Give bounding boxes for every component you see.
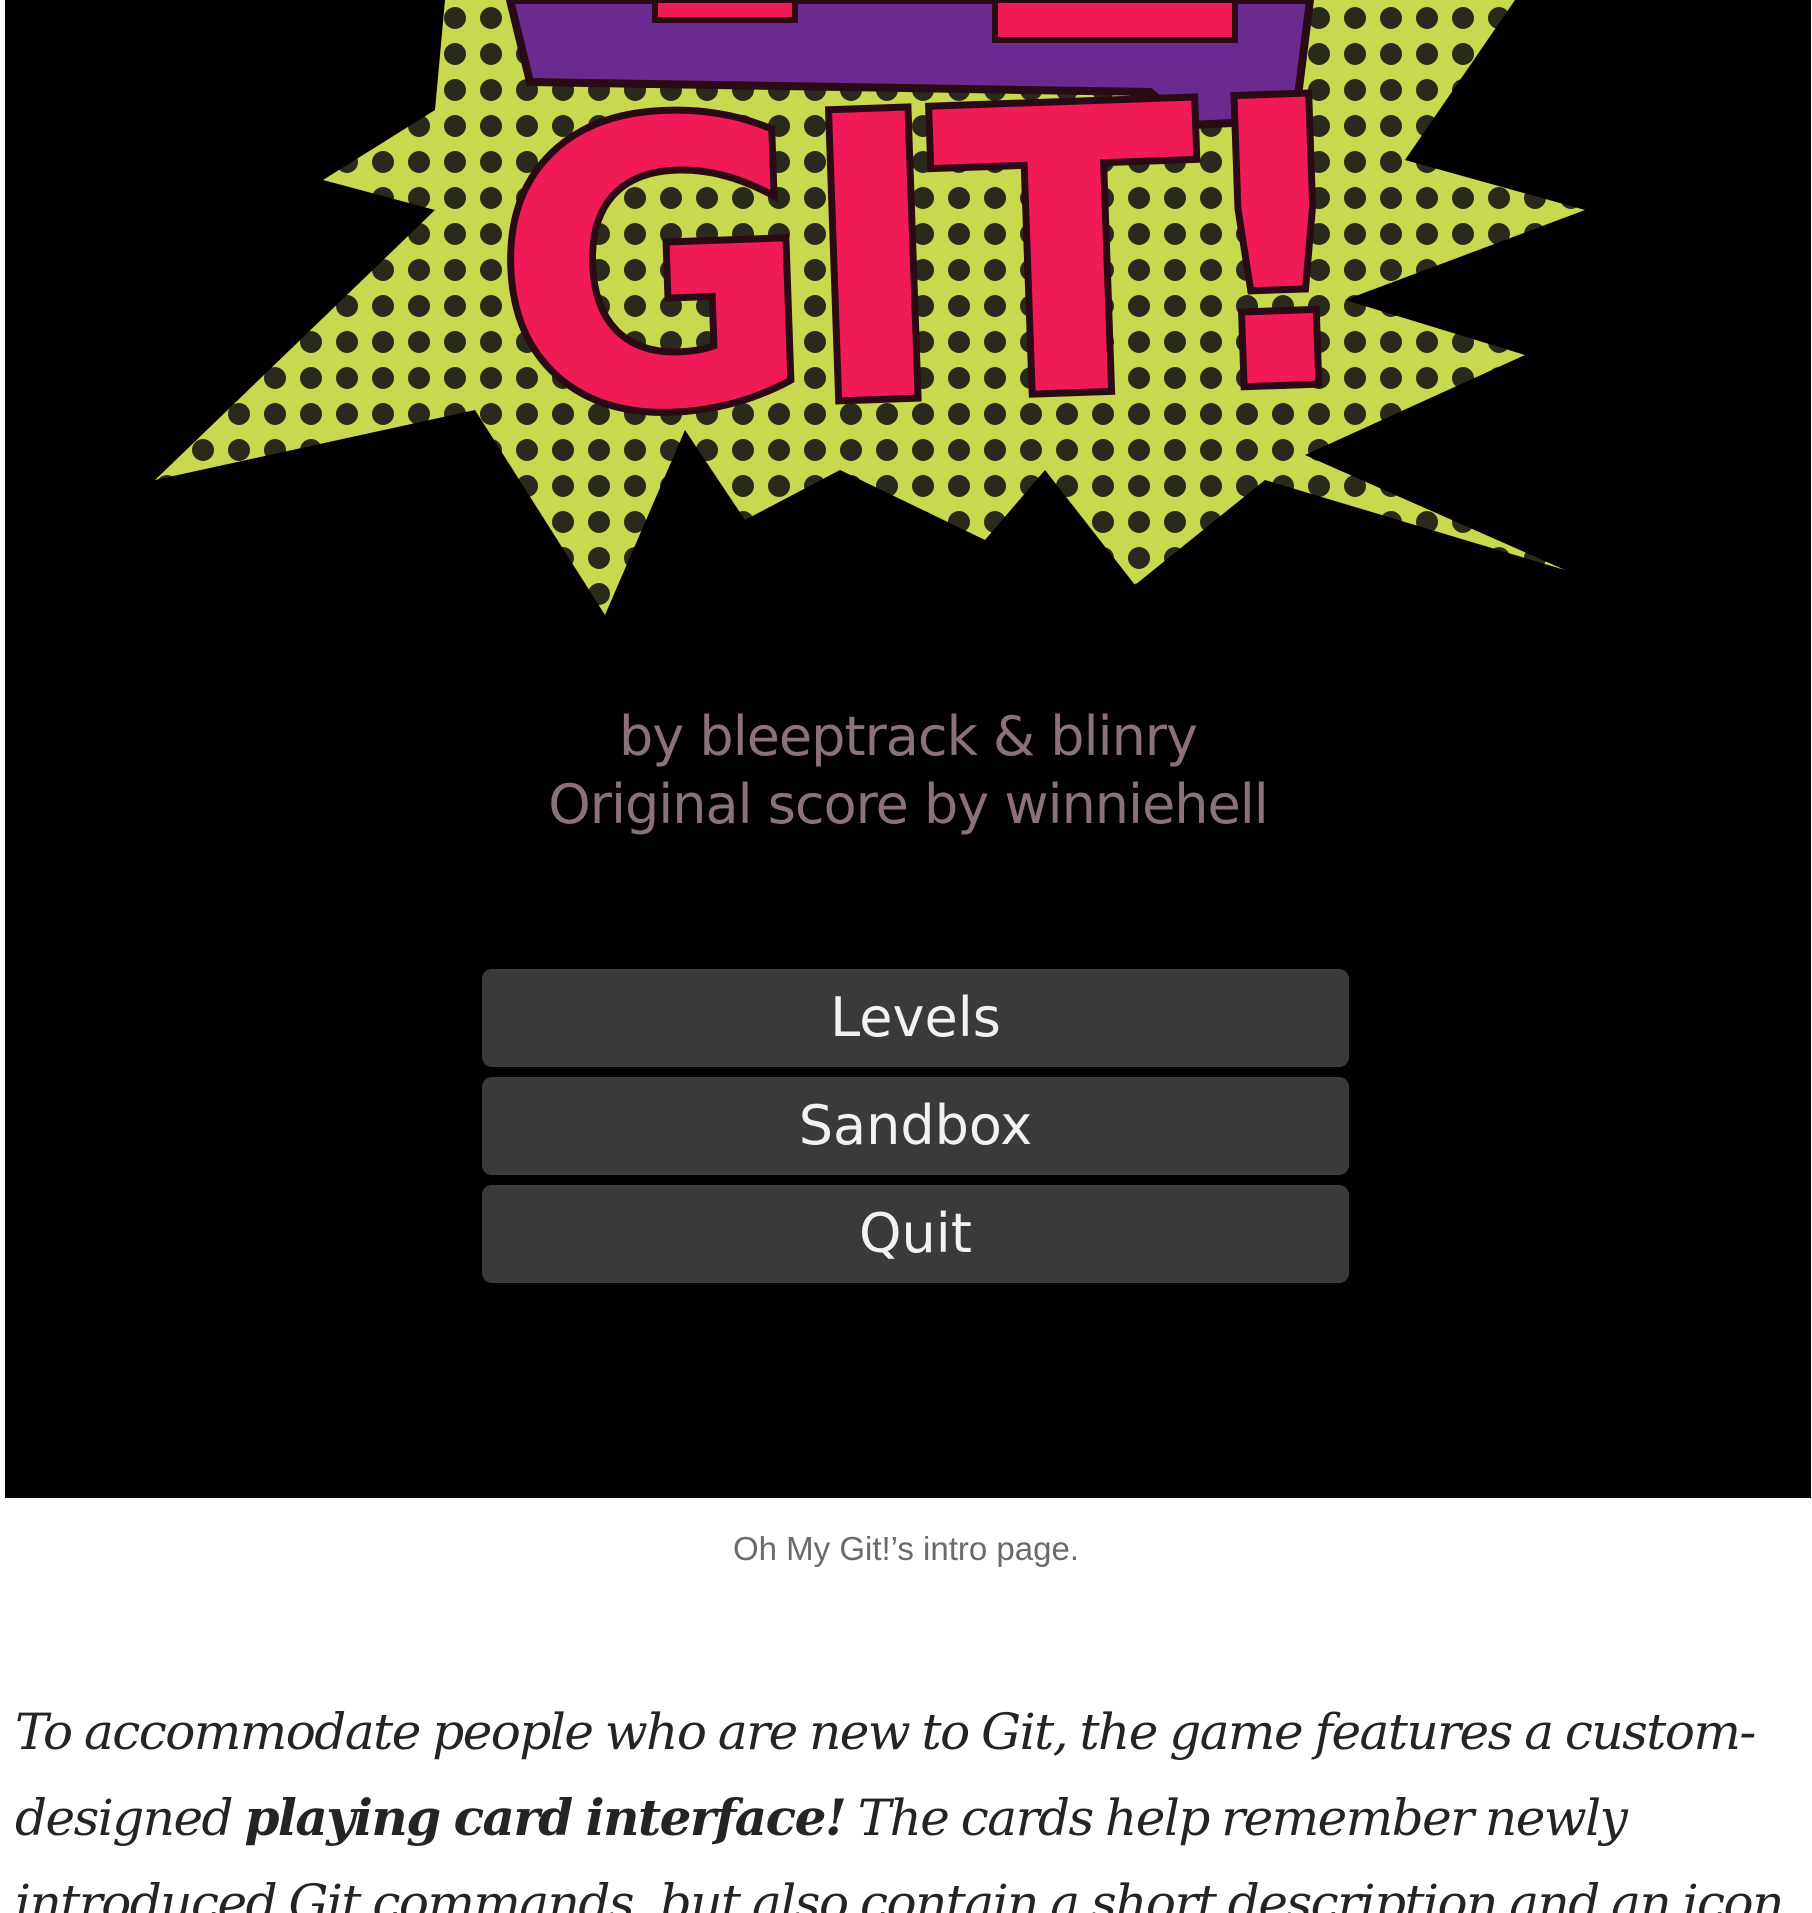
main-menu: Levels Sandbox Quit xyxy=(482,969,1349,1293)
image-caption: Oh My Git!’s intro page. xyxy=(732,1530,1080,1567)
credits: by bleeptrack & blinry Original score by… xyxy=(5,703,1811,839)
article-bold-text: playing card interface! xyxy=(244,1788,846,1847)
oh-my-git-logo: GIT! xyxy=(155,0,1585,615)
quit-button[interactable]: Quit xyxy=(482,1185,1349,1283)
credits-authors: by bleeptrack & blinry xyxy=(619,705,1198,768)
game-screenshot: GIT! by bleeptrack & blinry Original sco… xyxy=(5,0,1811,1498)
article-paragraph: To accommodate people who are new to Git… xyxy=(15,1690,1805,1913)
credits-score: Original score by winniehell xyxy=(548,773,1268,836)
logo-git-text: GIT! xyxy=(487,17,1362,501)
levels-button[interactable]: Levels xyxy=(482,969,1349,1067)
sandbox-button[interactable]: Sandbox xyxy=(482,1077,1349,1175)
page: GIT! by bleeptrack & blinry Original sco… xyxy=(0,0,1812,1913)
